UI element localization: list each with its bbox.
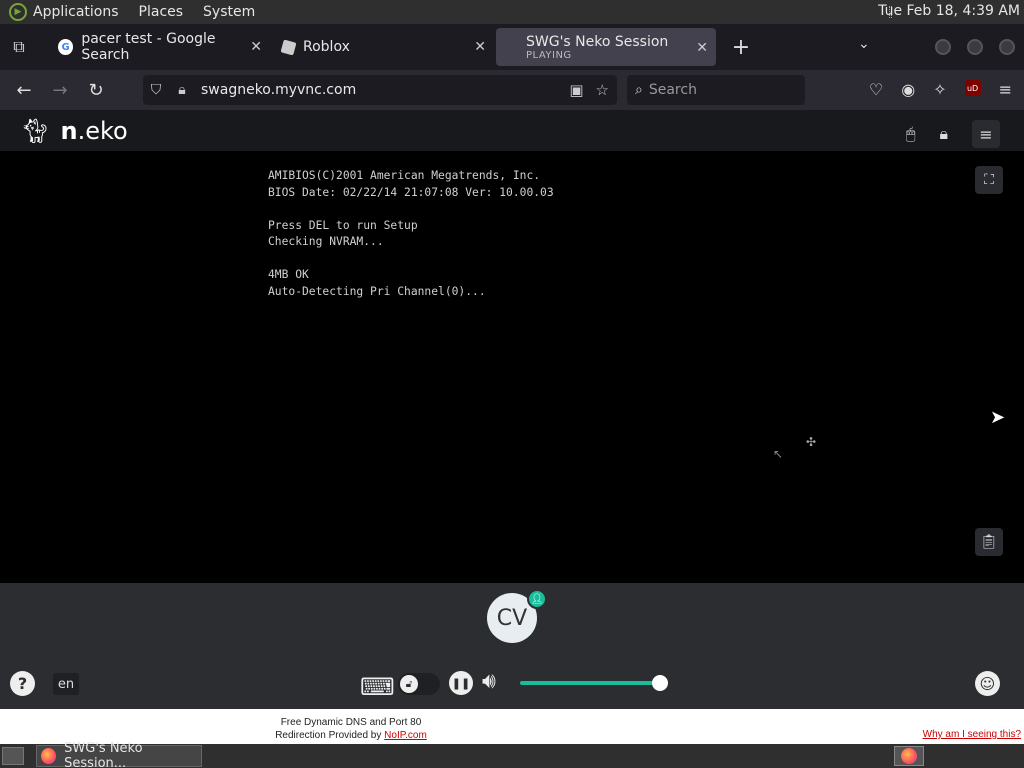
top-panel: ▶ Applications Places System Tue Feb 18,…: [0, 0, 1024, 24]
ublock-origin-icon[interactable]: uD: [964, 80, 981, 96]
url-text[interactable]: swagneko.myvnc.com: [201, 82, 356, 98]
system-menu[interactable]: System: [203, 4, 255, 20]
new-tab-button[interactable]: +: [726, 35, 756, 60]
minimize-window-button[interactable]: [935, 39, 951, 55]
noip-link[interactable]: NoIP.com: [384, 730, 427, 741]
lock-icon[interactable]: 🔒︎: [169, 82, 195, 98]
volume-slider-fill: [520, 681, 660, 685]
distro-logo-icon[interactable]: ▶: [9, 3, 27, 21]
neko-brand: n.eko: [60, 116, 128, 145]
reload-icon[interactable]: ↻: [78, 80, 114, 101]
emoji-smile-icon[interactable]: ☺: [975, 671, 1000, 696]
taskbar-window-firefox[interactable]: SWG's Neko Session...: [36, 741, 202, 768]
account-icon[interactable]: ◉: [901, 80, 915, 99]
mouse-cursor-icon: ➤: [990, 407, 1006, 428]
list-all-tabs-chevron-down-icon[interactable]: ⌄: [858, 36, 870, 52]
tab-title: SWG's Neko Session: [526, 33, 669, 50]
control-toggle[interactable]: 🔓︎: [398, 673, 440, 695]
tab-neko-session[interactable]: SWG's Neko Session PLAYING ✕: [496, 28, 716, 66]
close-window-button[interactable]: [999, 39, 1015, 55]
firefox-view-icon[interactable]: ⧉: [0, 24, 38, 70]
neko-cat-logo-icon: 🐈︎: [20, 116, 51, 145]
lock-room-icon[interactable]: 🔒︎: [939, 124, 948, 144]
google-favicon-icon: G: [58, 39, 74, 55]
toolbar-icons: ♡ ◉ ✧ uD ≡: [869, 80, 1012, 99]
noip-line2: Redirection Provided by: [275, 730, 385, 741]
search-placeholder: Search: [648, 82, 697, 98]
desktop: ▶ Applications Places System Tue Feb 18,…: [0, 0, 1024, 768]
clipboard-icon[interactable]: 📋︎: [975, 528, 1003, 556]
close-tab-icon[interactable]: ✕: [250, 39, 262, 55]
tab-title: Roblox: [303, 39, 350, 55]
taskbar-window-title: SWG's Neko Session...: [64, 741, 143, 768]
keyboard-language-select[interactable]: en: [53, 673, 79, 695]
pocket-icon[interactable]: ♡: [869, 80, 883, 99]
remote-video[interactable]: AMIBIOS(C)2001 American Megatrends, Inc.…: [0, 151, 1024, 583]
navigation-toolbar: ← → ↻ ⛉ 🔒︎ swagneko.myvnc.com ▣ ☆ ⌕ Sear…: [0, 70, 1024, 110]
extensions-puzzle-icon[interactable]: ✧: [933, 80, 946, 99]
bios-screen-text: AMIBIOS(C)2001 American Megatrends, Inc.…: [268, 169, 554, 298]
mouse-control-icon[interactable]: 🖱︎: [906, 124, 916, 144]
move-cursor-icon: ✣: [806, 435, 817, 449]
close-tab-icon[interactable]: ✕: [696, 40, 708, 56]
bookmark-star-icon[interactable]: ☆: [596, 81, 609, 99]
forward-arrow-icon[interactable]: →: [42, 80, 78, 101]
host-badge-icon: 👤︎: [527, 589, 547, 609]
screen-share-icon[interactable]: ▣: [569, 81, 583, 99]
volume-speaker-icon[interactable]: 🔊︎: [482, 669, 496, 694]
applications-menu[interactable]: Applications: [33, 4, 119, 20]
volume-slider[interactable]: [520, 675, 668, 691]
neko-menu-hamburger-icon[interactable]: ≡: [972, 120, 1000, 148]
volume-slider-thumb[interactable]: [652, 675, 668, 691]
workspace-switcher[interactable]: [894, 746, 924, 766]
hamburger-menu-icon[interactable]: ≡: [999, 80, 1012, 99]
close-tab-icon[interactable]: ✕: [474, 39, 486, 55]
tab-playing-label: PLAYING: [526, 49, 572, 61]
unlock-icon: 🔓︎: [400, 675, 418, 693]
tab-google-search[interactable]: G pacer test - Google Search ✕: [48, 28, 270, 66]
url-bar[interactable]: ⛉ 🔒︎ swagneko.myvnc.com ▣ ☆: [143, 75, 617, 105]
fullscreen-expand-icon[interactable]: ⛶: [975, 166, 1003, 194]
tab-strip: ⧉ G pacer test - Google Search ✕ Roblox …: [0, 24, 1024, 70]
tracking-shield-icon[interactable]: ⛉: [143, 82, 169, 98]
search-icon: ⌕: [635, 82, 643, 98]
search-input[interactable]: ⌕ Search: [627, 75, 805, 105]
back-arrow-icon[interactable]: ←: [6, 80, 42, 101]
tab-roblox[interactable]: Roblox ✕: [272, 28, 494, 66]
firefox-icon: [41, 748, 57, 764]
neko-header: 🐈︎ n.eko 🖱︎ 🔒︎ ≡: [0, 110, 1024, 151]
noip-line1: Free Dynamic DNS and Port 80: [280, 717, 422, 728]
places-menu[interactable]: Places: [139, 4, 184, 20]
remote-cursor-icon: ↖: [773, 447, 784, 461]
firefox-icon: [901, 748, 917, 764]
keyboard-icon[interactable]: ⌨: [360, 673, 395, 701]
tab-title: pacer test - Google Search: [81, 31, 216, 63]
maximize-window-button[interactable]: [967, 39, 983, 55]
panel-clock[interactable]: Tue Feb 18, 4:39 AM: [878, 3, 1020, 19]
pause-button[interactable]: ❚❚: [449, 671, 473, 695]
noip-footer: Free Dynamic DNS and Port 80 Redirection…: [0, 709, 1024, 744]
show-desktop-button[interactable]: [2, 747, 24, 765]
roblox-favicon-icon: [280, 39, 297, 55]
why-seeing-this-link[interactable]: Why am I seeing this?: [923, 729, 1021, 740]
neko-controls: CV 👤︎ ? en ⌨ 🔓︎ ❚❚ 🔊︎ ☺: [0, 583, 1024, 709]
help-question-icon[interactable]: ?: [10, 671, 35, 696]
bottom-taskbar: SWG's Neko Session...: [0, 741, 1024, 768]
